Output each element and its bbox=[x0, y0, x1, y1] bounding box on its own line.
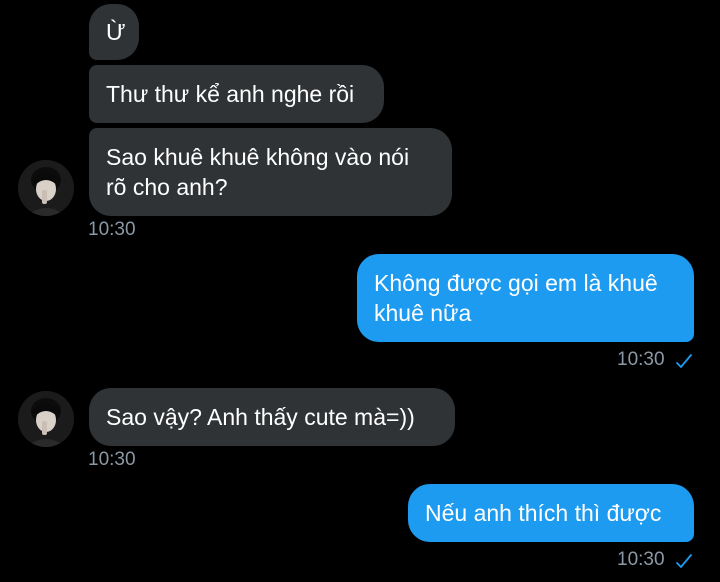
message-text-line: rõ cho anh? bbox=[106, 174, 228, 200]
timestamp: 10:30 bbox=[88, 449, 136, 470]
message-bubble-incoming[interactable]: Sao vậy? Anh thấy cute mà=)) bbox=[89, 388, 455, 446]
avatar[interactable] bbox=[18, 391, 74, 447]
timestamp: 10:30 bbox=[88, 219, 136, 240]
message-text-line: Sao khuê khuê không vào nói bbox=[106, 144, 410, 170]
timestamp: 10:30 bbox=[617, 349, 665, 370]
message-text: Thư thư kể anh nghe rồi bbox=[106, 81, 355, 107]
message-bubble-incoming[interactable]: Thư thư kể anh nghe rồi bbox=[89, 65, 384, 123]
message-text: Ừ bbox=[106, 19, 126, 45]
double-check-icon bbox=[676, 354, 692, 368]
avatar[interactable] bbox=[18, 160, 74, 216]
user-avatar-icon bbox=[18, 391, 74, 447]
message-text: Nếu anh thích thì được bbox=[425, 500, 662, 526]
message-bubble-outgoing[interactable]: Không được gọi em là khuê khuê nữa bbox=[357, 254, 694, 342]
message-bubble-incoming[interactable]: Ừ bbox=[89, 4, 139, 60]
message-text-line: khuê nữa bbox=[374, 300, 472, 326]
double-check-icon bbox=[676, 554, 692, 568]
message-text-line: Không được gọi em là khuê bbox=[374, 270, 658, 296]
message-bubble-outgoing[interactable]: Nếu anh thích thì được bbox=[408, 484, 694, 542]
message-text: Sao vậy? Anh thấy cute mà=)) bbox=[106, 404, 415, 430]
timestamp: 10:30 bbox=[617, 549, 665, 570]
message-bubble-incoming[interactable]: Sao khuê khuê không vào nói rõ cho anh? bbox=[89, 128, 452, 216]
user-avatar-icon bbox=[18, 160, 74, 216]
